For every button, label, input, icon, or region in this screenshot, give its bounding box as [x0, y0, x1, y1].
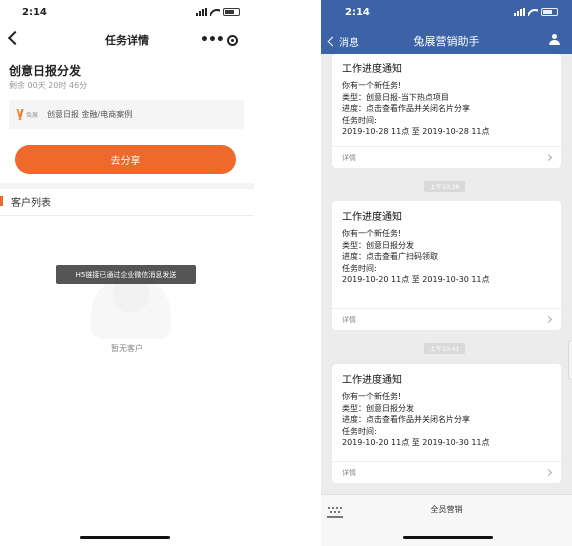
message-line: 类型：创意日报分发	[342, 240, 414, 250]
status-icons	[514, 8, 558, 16]
message-line: 类型：创意日报分发	[342, 403, 414, 413]
message-line: 你有一个新任务!	[342, 392, 402, 401]
status-icons	[196, 8, 240, 16]
detail-label: 详情	[342, 315, 356, 324]
wecom-chat-screen: 2:14 消息 兔展营销助手 工作进度通知 你有一个新任务! 类型：创意日报-当…	[321, 0, 572, 546]
task-title: 创意日报分发	[9, 64, 82, 78]
signal-icon	[514, 8, 525, 16]
message-detail-link[interactable]: 详情	[332, 308, 561, 330]
empty-avatar-placeholder	[91, 275, 171, 339]
logo-text: 兔展	[26, 112, 39, 119]
wifi-icon	[528, 9, 538, 16]
message-line: 你有一个新任务!	[342, 81, 402, 90]
creative-text: 创意日报 金融/电商案例	[47, 110, 133, 119]
status-bar: 2:14	[0, 0, 254, 26]
signal-icon	[196, 8, 207, 16]
rabbit-logo-icon	[15, 109, 24, 120]
message-line: 任务时间:	[342, 115, 377, 125]
chevron-right-icon	[544, 468, 553, 477]
timestamp-pill: 上午10:38	[424, 181, 466, 192]
mini-program-capsule: •••	[194, 30, 244, 50]
task-countdown: 剩余 00天 20时 46分	[9, 81, 88, 90]
home-indicator[interactable]	[80, 536, 170, 539]
message-title: 工作进度通知	[342, 375, 402, 386]
brand-logo: 兔展	[15, 109, 39, 120]
status-time: 2:14	[345, 7, 370, 18]
customer-list-heading: 客户列表	[0, 194, 51, 209]
scroll-handle[interactable]	[568, 340, 572, 380]
battery-icon	[223, 8, 240, 16]
chevron-right-icon	[544, 315, 553, 324]
status-bar: 2:14	[321, 0, 572, 26]
message-title: 工作进度通知	[342, 64, 402, 75]
message-line: 你有一个新任务!	[342, 229, 402, 238]
share-button[interactable]: 去分享	[15, 145, 236, 174]
battery-icon	[541, 8, 558, 16]
timestamp-pill: 上午10:41	[424, 343, 466, 354]
message-detail-link[interactable]: 详情	[332, 146, 561, 168]
user-profile-icon[interactable]	[549, 34, 560, 45]
message-line: 进度：点击查看广扫码领取	[342, 252, 438, 261]
message-line: 任务时间:	[342, 263, 377, 273]
message-line: 类型：创意日报-当下热点项目	[342, 92, 449, 102]
menu-item-all-staff-marketing[interactable]: 全员营销	[321, 504, 572, 515]
nav-bar: 任务详情 •••	[0, 28, 254, 52]
message-line: 2019-10-20 11点 至 2019-10-30 11点	[342, 438, 490, 447]
empty-state-text: 暂无客户	[111, 344, 143, 353]
close-target-icon[interactable]	[227, 34, 238, 46]
message-detail-link[interactable]: 详情	[332, 461, 561, 483]
message-card[interactable]: 工作进度通知 你有一个新任务! 类型：创意日报-当下热点项目 进度：点击查看作品…	[332, 54, 561, 168]
status-time: 2:14	[22, 7, 47, 18]
home-indicator[interactable]	[403, 536, 493, 539]
message-line: 进度：点击查看作品并关闭名片分享	[342, 415, 470, 424]
more-icon[interactable]: •••	[200, 33, 225, 47]
task-detail-screen: 2:14 任务详情 ••• 创意日报分发 剩余 00天 20时 46分 兔展 创…	[0, 0, 254, 546]
chat-title: 兔展营销助手	[413, 35, 480, 48]
message-line: 任务时间:	[342, 426, 377, 436]
section-divider	[0, 183, 254, 189]
chevron-right-icon	[544, 153, 553, 162]
detail-label: 详情	[342, 153, 356, 162]
message-card[interactable]: 工作进度通知 你有一个新任务! 类型：创意日报分发 进度：点击查看作品并关闭名片…	[332, 364, 561, 483]
message-line: 2019-10-20 11点 至 2019-10-30 11点	[342, 275, 490, 284]
message-line: 进度：点击查看作品并关闭名片分享	[342, 104, 470, 113]
heading-divider	[0, 215, 254, 216]
detail-label: 详情	[342, 468, 356, 477]
message-line: 2019-10-28 11点 至 2019-10-28 11点	[342, 127, 490, 136]
message-title: 工作进度通知	[342, 212, 402, 223]
wifi-icon	[210, 9, 220, 16]
message-card[interactable]: 工作进度通知 你有一个新任务! 类型：创意日报分发 进度：点击查看广扫码领取 任…	[332, 201, 561, 330]
chat-header: 2:14 消息 兔展营销助手	[321, 0, 572, 54]
toast-message: H5链接已通过企业微信消息发送	[56, 265, 196, 284]
creative-card[interactable]: 兔展 创意日报 金融/电商案例	[9, 100, 244, 129]
